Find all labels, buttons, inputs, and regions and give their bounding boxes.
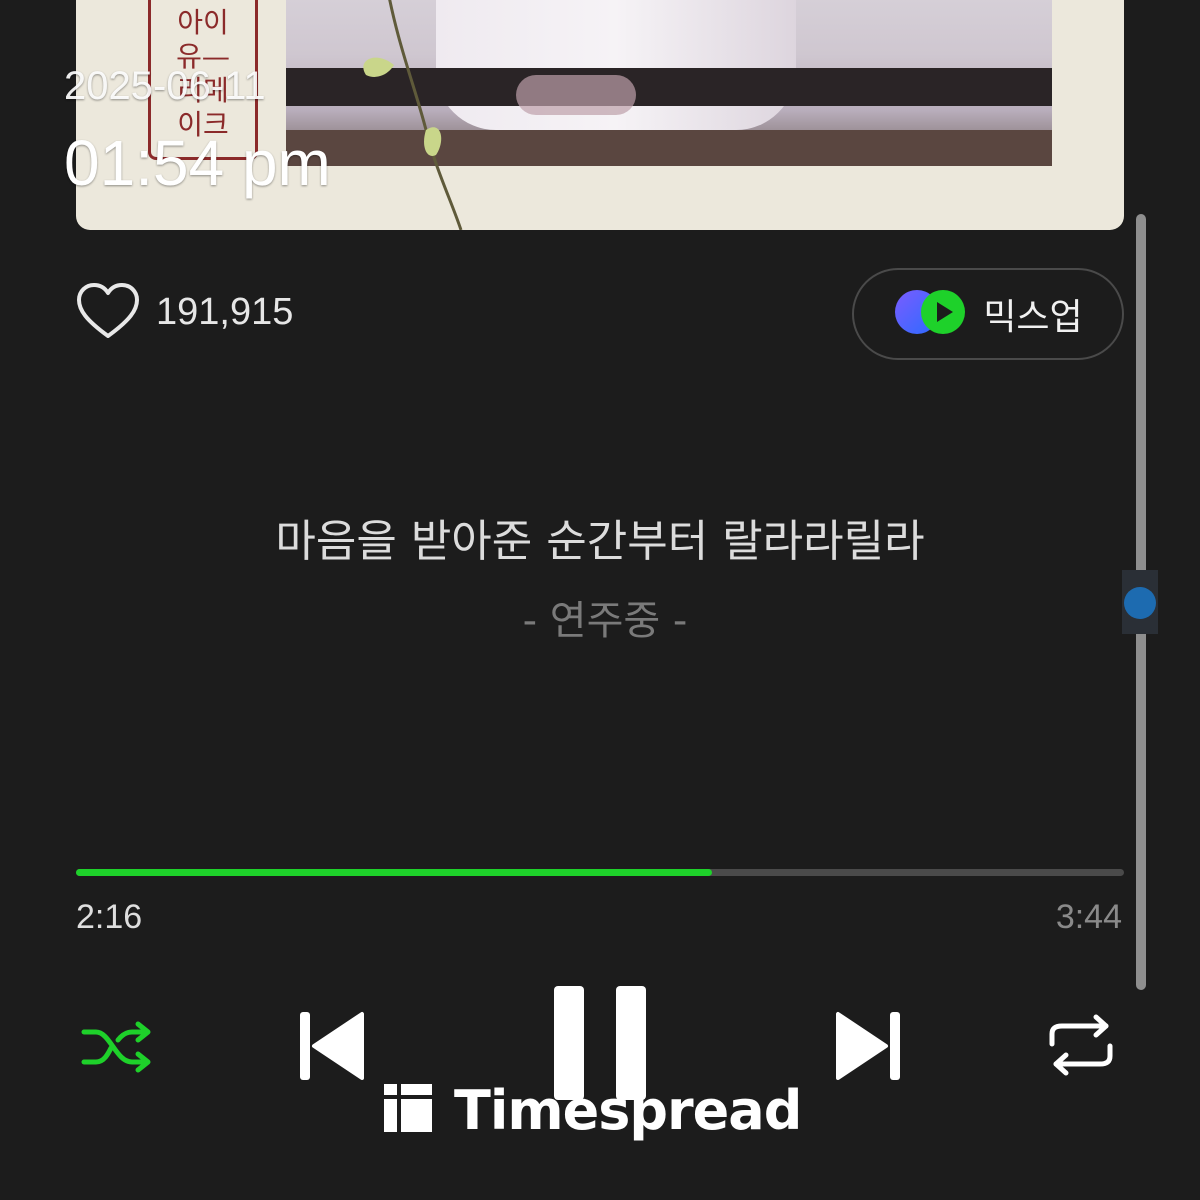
watermark: Timespread [384, 1078, 802, 1142]
stamp-line: 아이 [177, 6, 229, 39]
mixup-icon [893, 288, 967, 340]
scrollbar-thumb[interactable] [1124, 587, 1156, 619]
watermark-text: Timespread [454, 1078, 802, 1142]
mixup-label: 믹스업 [983, 297, 1083, 338]
like-count: 191,915 [156, 290, 294, 333]
like-row: 191,915 [76, 282, 293, 342]
progress-fill [76, 869, 713, 876]
next-track-icon[interactable] [834, 1010, 902, 1082]
watermark-logo-icon [384, 1084, 432, 1136]
previous-track-icon[interactable] [298, 1010, 366, 1082]
shuffle-icon[interactable] [80, 1018, 154, 1076]
lyric-instrumental-label: - 연주중 - [522, 598, 688, 644]
repeat-icon[interactable] [1046, 1014, 1116, 1076]
total-time: 3:44 [1055, 898, 1122, 936]
heart-outline-icon[interactable] [76, 282, 140, 342]
progress-bar[interactable] [76, 869, 1124, 876]
elapsed-time: 2:16 [76, 898, 143, 936]
lyric-current-line[interactable]: 마음을 받아준 순간부터 랄라라릴라 [0, 505, 1200, 569]
mixup-button[interactable]: 믹스업 [852, 268, 1124, 360]
overlay-date: 2025-06-11 [64, 64, 266, 108]
overlay-time: 01:54 pm [64, 127, 331, 199]
